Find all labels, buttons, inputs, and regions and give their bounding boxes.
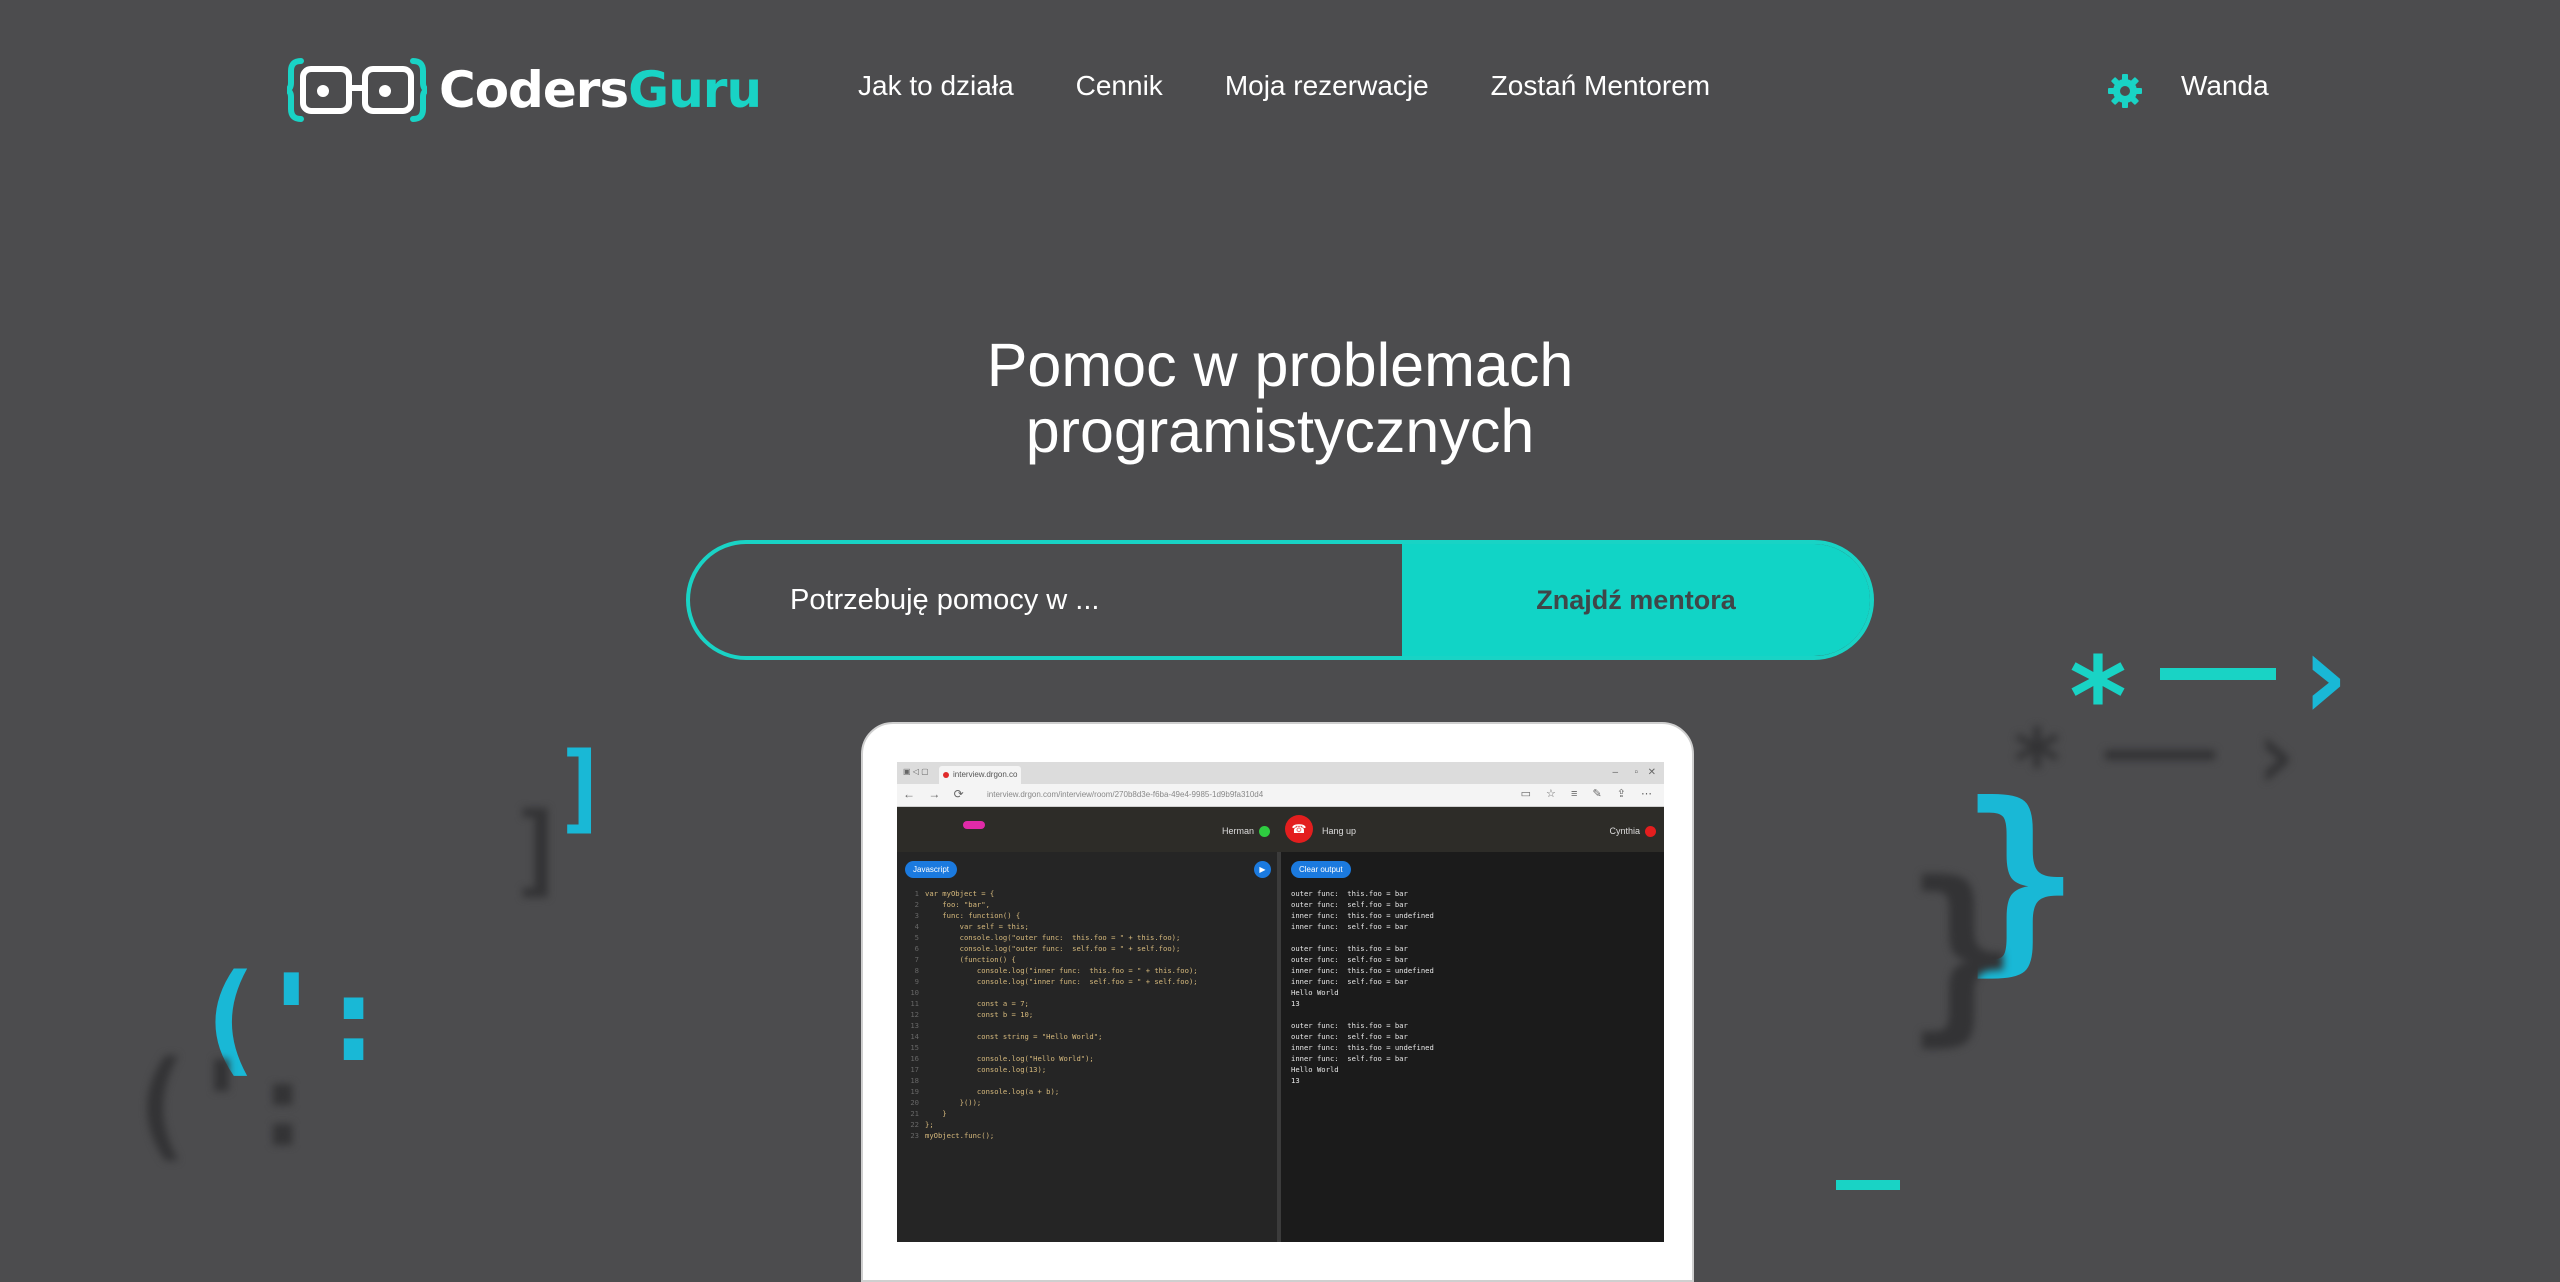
code-line: 9 console.log("inner func: self.foo = " … — [914, 977, 1198, 986]
nav-link-pricing[interactable]: Cennik — [1076, 70, 1163, 102]
code-line: 5 console.log("outer func: this.foo = " … — [914, 933, 1181, 942]
code-line: 1 var myObject = { — [914, 889, 995, 898]
nav-link-how-it-works[interactable]: Jak to działa — [858, 70, 1014, 102]
browser-menu-icon: ▣ ◁ ▢ — [903, 767, 929, 776]
code-line: 10 — [910, 988, 919, 997]
hangup-label: Hang up — [1322, 826, 1357, 836]
code-line: 6 console.log("outer func: self.foo = " … — [914, 944, 1181, 953]
hero-title: Pomoc w problemach programistycznych — [780, 332, 1780, 464]
star-decoration: * — [2065, 633, 2132, 761]
paren-shadow-decoration: (': — [125, 1035, 318, 1173]
offline-status-icon — [1645, 826, 1656, 838]
browser-address-bar: ← → ⟳ interview.drgon.com/interview/room… — [897, 784, 1664, 807]
user-name[interactable]: Wanda — [2181, 70, 2269, 102]
language-pill: Javascript — [905, 861, 958, 878]
bracket-shadow-decoration: ] — [508, 791, 569, 908]
underscore-decoration — [1836, 1180, 1900, 1190]
search-input[interactable] — [690, 544, 1402, 656]
output-line: inner func: this.foo = undefined — [1291, 1043, 1434, 1052]
output-line: Hello World — [1291, 988, 1339, 997]
code-line: 19 console.log(a + b); — [910, 1087, 1060, 1096]
code-line: 12 const b = 10; — [910, 1010, 1034, 1019]
output-panel: Clear output outer func: this.foo = bar o… — [1281, 852, 1664, 1242]
dash-shadow-decoration — [2105, 750, 2215, 760]
gear-icon[interactable] — [2106, 72, 2144, 110]
laptop-mockup: ▣ ◁ ▢ interview.drgon.co – ▫ ✕ ← → ⟳ int… — [861, 722, 1694, 1282]
chevron-shadow-decoration: › — [2245, 696, 2306, 813]
browser-tab: interview.drgon.co — [939, 766, 1021, 784]
output-line: outer func: this.foo = bar — [1291, 889, 1408, 898]
brand-name: CodersGuru — [439, 61, 762, 119]
output-line: outer func: this.foo = bar — [1291, 944, 1408, 953]
output-line: inner func: self.foo = bar — [1291, 922, 1408, 931]
code-line: 14 const string = "Hello World"; — [910, 1032, 1103, 1041]
output-line: outer func: self.foo = bar — [1291, 900, 1408, 909]
back-forward-icon: ← → ⟳ — [903, 787, 969, 801]
code-line: 22}; — [910, 1120, 934, 1129]
code-line: 13 — [910, 1021, 919, 1030]
code-line: 11 const a = 7; — [910, 999, 1029, 1008]
output-line: inner func: self.foo = bar — [1291, 1054, 1408, 1063]
code-line: 8 console.log("inner func: this.foo = " … — [914, 966, 1198, 975]
output-line: Hello World — [1291, 1065, 1339, 1074]
output-line: 13 — [1291, 1076, 1300, 1085]
code-line: 21 } — [910, 1109, 947, 1118]
brand-logo[interactable]: CodersGuru — [287, 55, 762, 125]
code-lines: 1 var myObject = { 2 foo: "bar", 3 func: fu… — [897, 888, 1277, 1141]
output-line: inner func: self.foo = bar — [1291, 977, 1408, 986]
nav-link-my-bookings[interactable]: Moja rezerwacje — [1225, 70, 1429, 102]
minimize-icon: – — [1612, 767, 1618, 778]
output-line: outer func: self.foo = bar — [1291, 955, 1408, 964]
online-status-icon — [1259, 826, 1271, 838]
code-line: 7 (function() { — [914, 955, 1016, 964]
participant-left: Herman — [1222, 826, 1271, 838]
code-line: 18 — [910, 1076, 919, 1085]
nav-link-become-mentor[interactable]: Zostań Mentorem — [1491, 70, 1710, 102]
code-editor: Javascript ▶ 1 var myObject = { 2 foo: "ba… — [897, 852, 1281, 1242]
code-line: 16 console.log("Hello World"); — [910, 1054, 1094, 1063]
hero-title-line2: programistycznych — [1025, 397, 1535, 465]
brace-shadow-decoration: } — [1905, 842, 2020, 1063]
play-icon: ▶ — [1254, 861, 1271, 878]
hangup-phone-icon: ☎ — [1285, 815, 1313, 843]
browser-tools-icon: ▭ ☆ ≡ ✎ ⇪ ⋯ — [1520, 788, 1658, 800]
code-line: 23 myObject.func(); — [910, 1131, 995, 1140]
code-line: 4 var self = this; — [914, 922, 1029, 931]
output-line: outer func: this.foo = bar — [1291, 1021, 1408, 1030]
code-line: 3 func: function() { — [914, 911, 1021, 920]
code-line: 2 foo: "bar", — [914, 900, 990, 909]
output-line: inner func: this.foo = undefined — [1291, 911, 1434, 920]
editor-panes: Javascript ▶ 1 var myObject = { 2 foo: "ba… — [897, 852, 1664, 1242]
find-mentor-button[interactable]: Znajdź mentora — [1402, 544, 1870, 656]
close-icon: ✕ — [1647, 767, 1656, 778]
code-line: 15 — [910, 1043, 919, 1052]
dash-decoration — [2160, 668, 2276, 680]
laptop-screen: ▣ ◁ ▢ interview.drgon.co – ▫ ✕ ← → ⟳ int… — [897, 762, 1664, 1242]
glasses-logo-icon — [287, 58, 427, 122]
output-line: outer func: self.foo = bar — [1291, 1032, 1408, 1041]
maximize-icon: ▫ — [1634, 767, 1638, 778]
browser-url: interview.drgon.com/interview/room/270b8… — [987, 790, 1264, 799]
code-line: 17 console.log(13); — [910, 1065, 1047, 1074]
main-nav: Jak to działa Cennik Moja rezerwacje Zos… — [858, 70, 1710, 102]
code-line: 20 }()); — [910, 1098, 982, 1107]
hero-title-line1: Pomoc w problemach — [986, 331, 1574, 399]
mentor-search-form: Znajdź mentora — [686, 540, 1874, 660]
clear-output-pill: Clear output — [1291, 861, 1351, 878]
output-line: 13 — [1291, 999, 1300, 1008]
call-bar: Herman ☎ Hang up Cynthia — [897, 807, 1664, 853]
live-badge — [963, 821, 985, 829]
output-line: inner func: this.foo = undefined — [1291, 966, 1434, 975]
participant-right: Cynthia — [1609, 826, 1656, 838]
browser-tab-bar: ▣ ◁ ▢ interview.drgon.co – ▫ ✕ — [897, 762, 1664, 784]
output-lines: outer func: this.foo = bar outer func: se… — [1291, 888, 1434, 1086]
